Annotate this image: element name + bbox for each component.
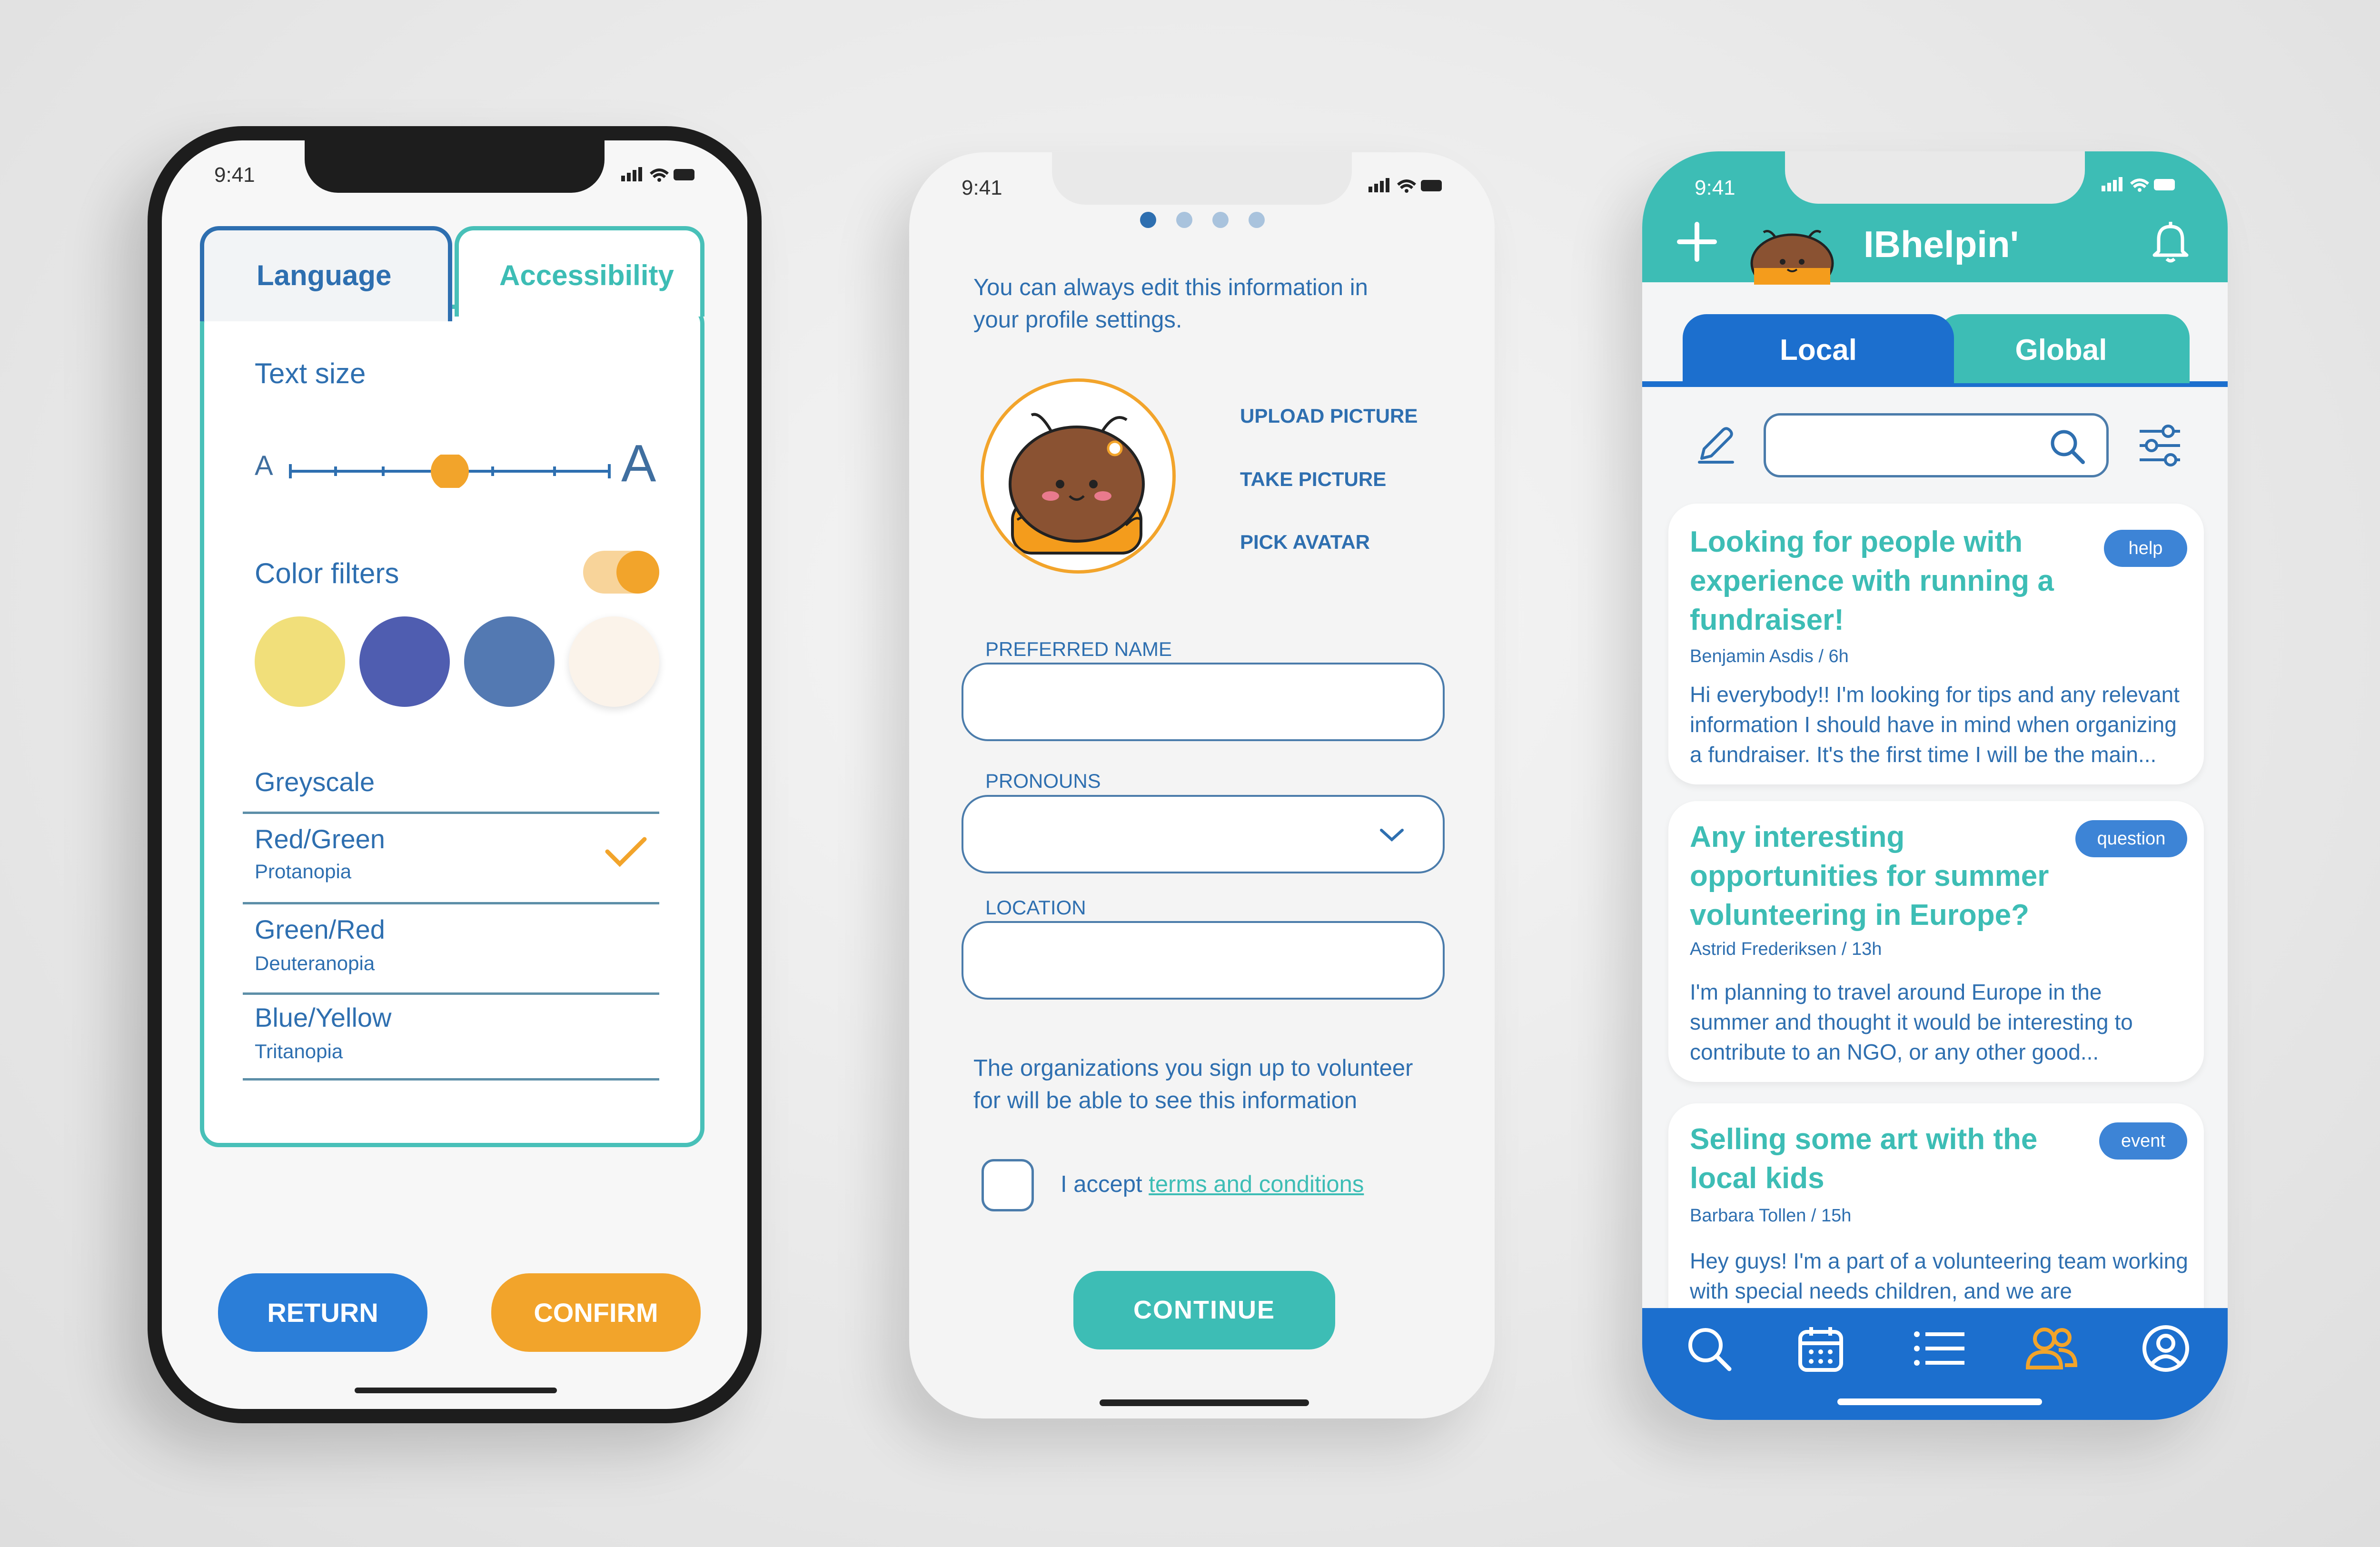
status-icons [621,167,694,182]
page-indicator [1140,212,1273,231]
color-filters-toggle[interactable] [583,551,659,594]
post-body: I'm planning to travel around Europe in … [1690,980,2133,1064]
screen-feed: 9:41 IBhelpin' Global Local Looking for … [1642,151,2228,1420]
filter-sub: Protanopia [255,860,352,883]
filter-name: Green/Red [255,914,385,944]
return-button[interactable]: RETURN [218,1273,427,1352]
checkmark-icon [605,837,647,867]
post-tag[interactable]: help [2104,530,2187,567]
filter-sub: Deuteranopia [255,952,375,974]
preferred-name-label: PREFERRED NAME [985,638,1172,660]
post-card[interactable]: Looking for people with experience with … [1668,504,2204,784]
filter-greyscale[interactable]: Greyscale [243,759,659,814]
accept-label: I accept [1061,1171,1149,1197]
upload-picture-link[interactable]: UPLOAD PICTURE [1240,405,1418,427]
color-filters-label: Color filters [255,557,399,589]
tab-local-label: Local [1780,334,1857,367]
page-dot[interactable] [1249,212,1265,228]
filter-blue-yellow[interactable]: Blue/Yellow Tritanopia [243,997,659,1081]
status-icons [2102,177,2175,192]
profile-icon[interactable] [2140,1322,2192,1375]
tab-global[interactable]: Global [1937,314,2190,383]
notch [1052,152,1352,205]
post-meta: Benjamin Asdis / 6h [1690,646,1849,666]
post-body: Hi everybody!! I'm looking for tips and … [1690,682,2180,767]
take-picture-link[interactable]: TAKE PICTURE [1240,468,1386,491]
tab-local[interactable]: Local [1683,314,1954,383]
page-dot[interactable] [1212,212,1229,228]
calendar-icon[interactable] [1795,1322,1847,1375]
avatar[interactable] [981,378,1176,574]
slider-thumb [431,455,469,488]
search-icon[interactable] [2047,426,2087,466]
swatch-blue[interactable] [464,616,555,707]
terms-text: I accept terms and conditions [1061,1171,1364,1198]
status-time: 9:41 [1695,176,1735,199]
pick-avatar-link[interactable]: PICK AVATAR [1240,531,1370,554]
post-meta: Barbara Tollen / 15h [1690,1206,1852,1226]
filter-green-red[interactable]: Green/Red Deuteranopia [243,909,659,995]
text-size-slider[interactable] [288,455,612,488]
info-note: The organizations you sign up to volunte… [973,1055,1413,1113]
bell-icon[interactable] [2147,218,2194,266]
tab-accessibility-label: Accessibility [499,259,674,291]
home-indicator [1837,1398,2042,1405]
page-dot[interactable] [1176,212,1192,228]
filter-name: Red/Green [255,824,385,854]
pronouns-label: PRONOUNS [985,770,1101,792]
list-icon[interactable] [1911,1322,1968,1375]
pronouns-select[interactable] [962,795,1445,873]
post-tag[interactable]: question [2075,820,2187,857]
post-meta: Astrid Frederiksen / 13h [1690,939,1882,959]
post-title: Selling some art with the local kids [1690,1123,2038,1195]
app-title: IBhelpin' [1864,223,2019,265]
filter-sub: Tritanopia [255,1040,343,1062]
bug-mascot-icon [1009,413,1145,555]
terms-link[interactable]: terms and conditions [1149,1171,1364,1197]
bug-logo-icon [1750,230,1834,285]
notch [305,140,605,193]
search-icon[interactable] [1683,1322,1735,1375]
text-size-small-a: A [255,450,273,481]
continue-button[interactable]: CONTINUE [1073,1271,1335,1349]
location-label: LOCATION [985,896,1086,919]
swatch-cream[interactable] [569,616,659,707]
status-time: 9:41 [214,163,255,187]
tab-accessibility[interactable]: Accessibility [455,226,704,317]
screen-accessibility: 9:41 Language Accessibility Text size A … [162,140,747,1409]
post-card[interactable]: Any interesting opportunities for summer… [1668,801,2204,1082]
swatch-indigo[interactable] [359,616,450,707]
add-icon[interactable] [1676,220,1718,263]
home-indicator [355,1388,557,1393]
preferred-name-input[interactable] [962,663,1445,741]
swatch-yellow[interactable] [255,616,345,707]
filter-name: Greyscale [255,767,375,797]
intro-text: You can always edit this information in … [973,275,1368,333]
post-title: Any interesting opportunities for summer… [1690,821,2049,932]
post-tag[interactable]: event [2099,1122,2187,1160]
filter-name: Blue/Yellow [255,1002,392,1032]
text-size-label: Text size [255,357,366,389]
screen-profile-setup: 9:41 You can always edit this informatio… [909,152,1495,1418]
home-indicator [1100,1399,1309,1406]
tab-global-label: Global [2015,334,2107,367]
terms-checkbox[interactable] [982,1159,1034,1211]
tab-language-label: Language [257,259,392,291]
filter-red-green[interactable]: Red/Green Protanopia [243,821,659,904]
post-body: Hey guys! I'm a part of a volunteering t… [1690,1249,2188,1303]
community-icon[interactable] [2023,1322,2080,1375]
filter-sliders-icon[interactable] [2135,423,2185,468]
status-icons [1368,178,1442,193]
pencil-icon[interactable] [1692,420,1740,468]
status-time: 9:41 [962,176,1002,199]
chevron-down-icon [1380,829,1404,842]
text-size-large-a: A [621,434,656,493]
post-title: Looking for people with experience with … [1690,526,2054,636]
notch [1785,151,2085,204]
search-input[interactable] [1764,413,2109,477]
confirm-button[interactable]: CONFIRM [491,1273,701,1352]
location-input[interactable] [962,921,1445,1000]
tab-language[interactable]: Language [200,226,452,321]
page-dot-active[interactable] [1140,212,1156,228]
